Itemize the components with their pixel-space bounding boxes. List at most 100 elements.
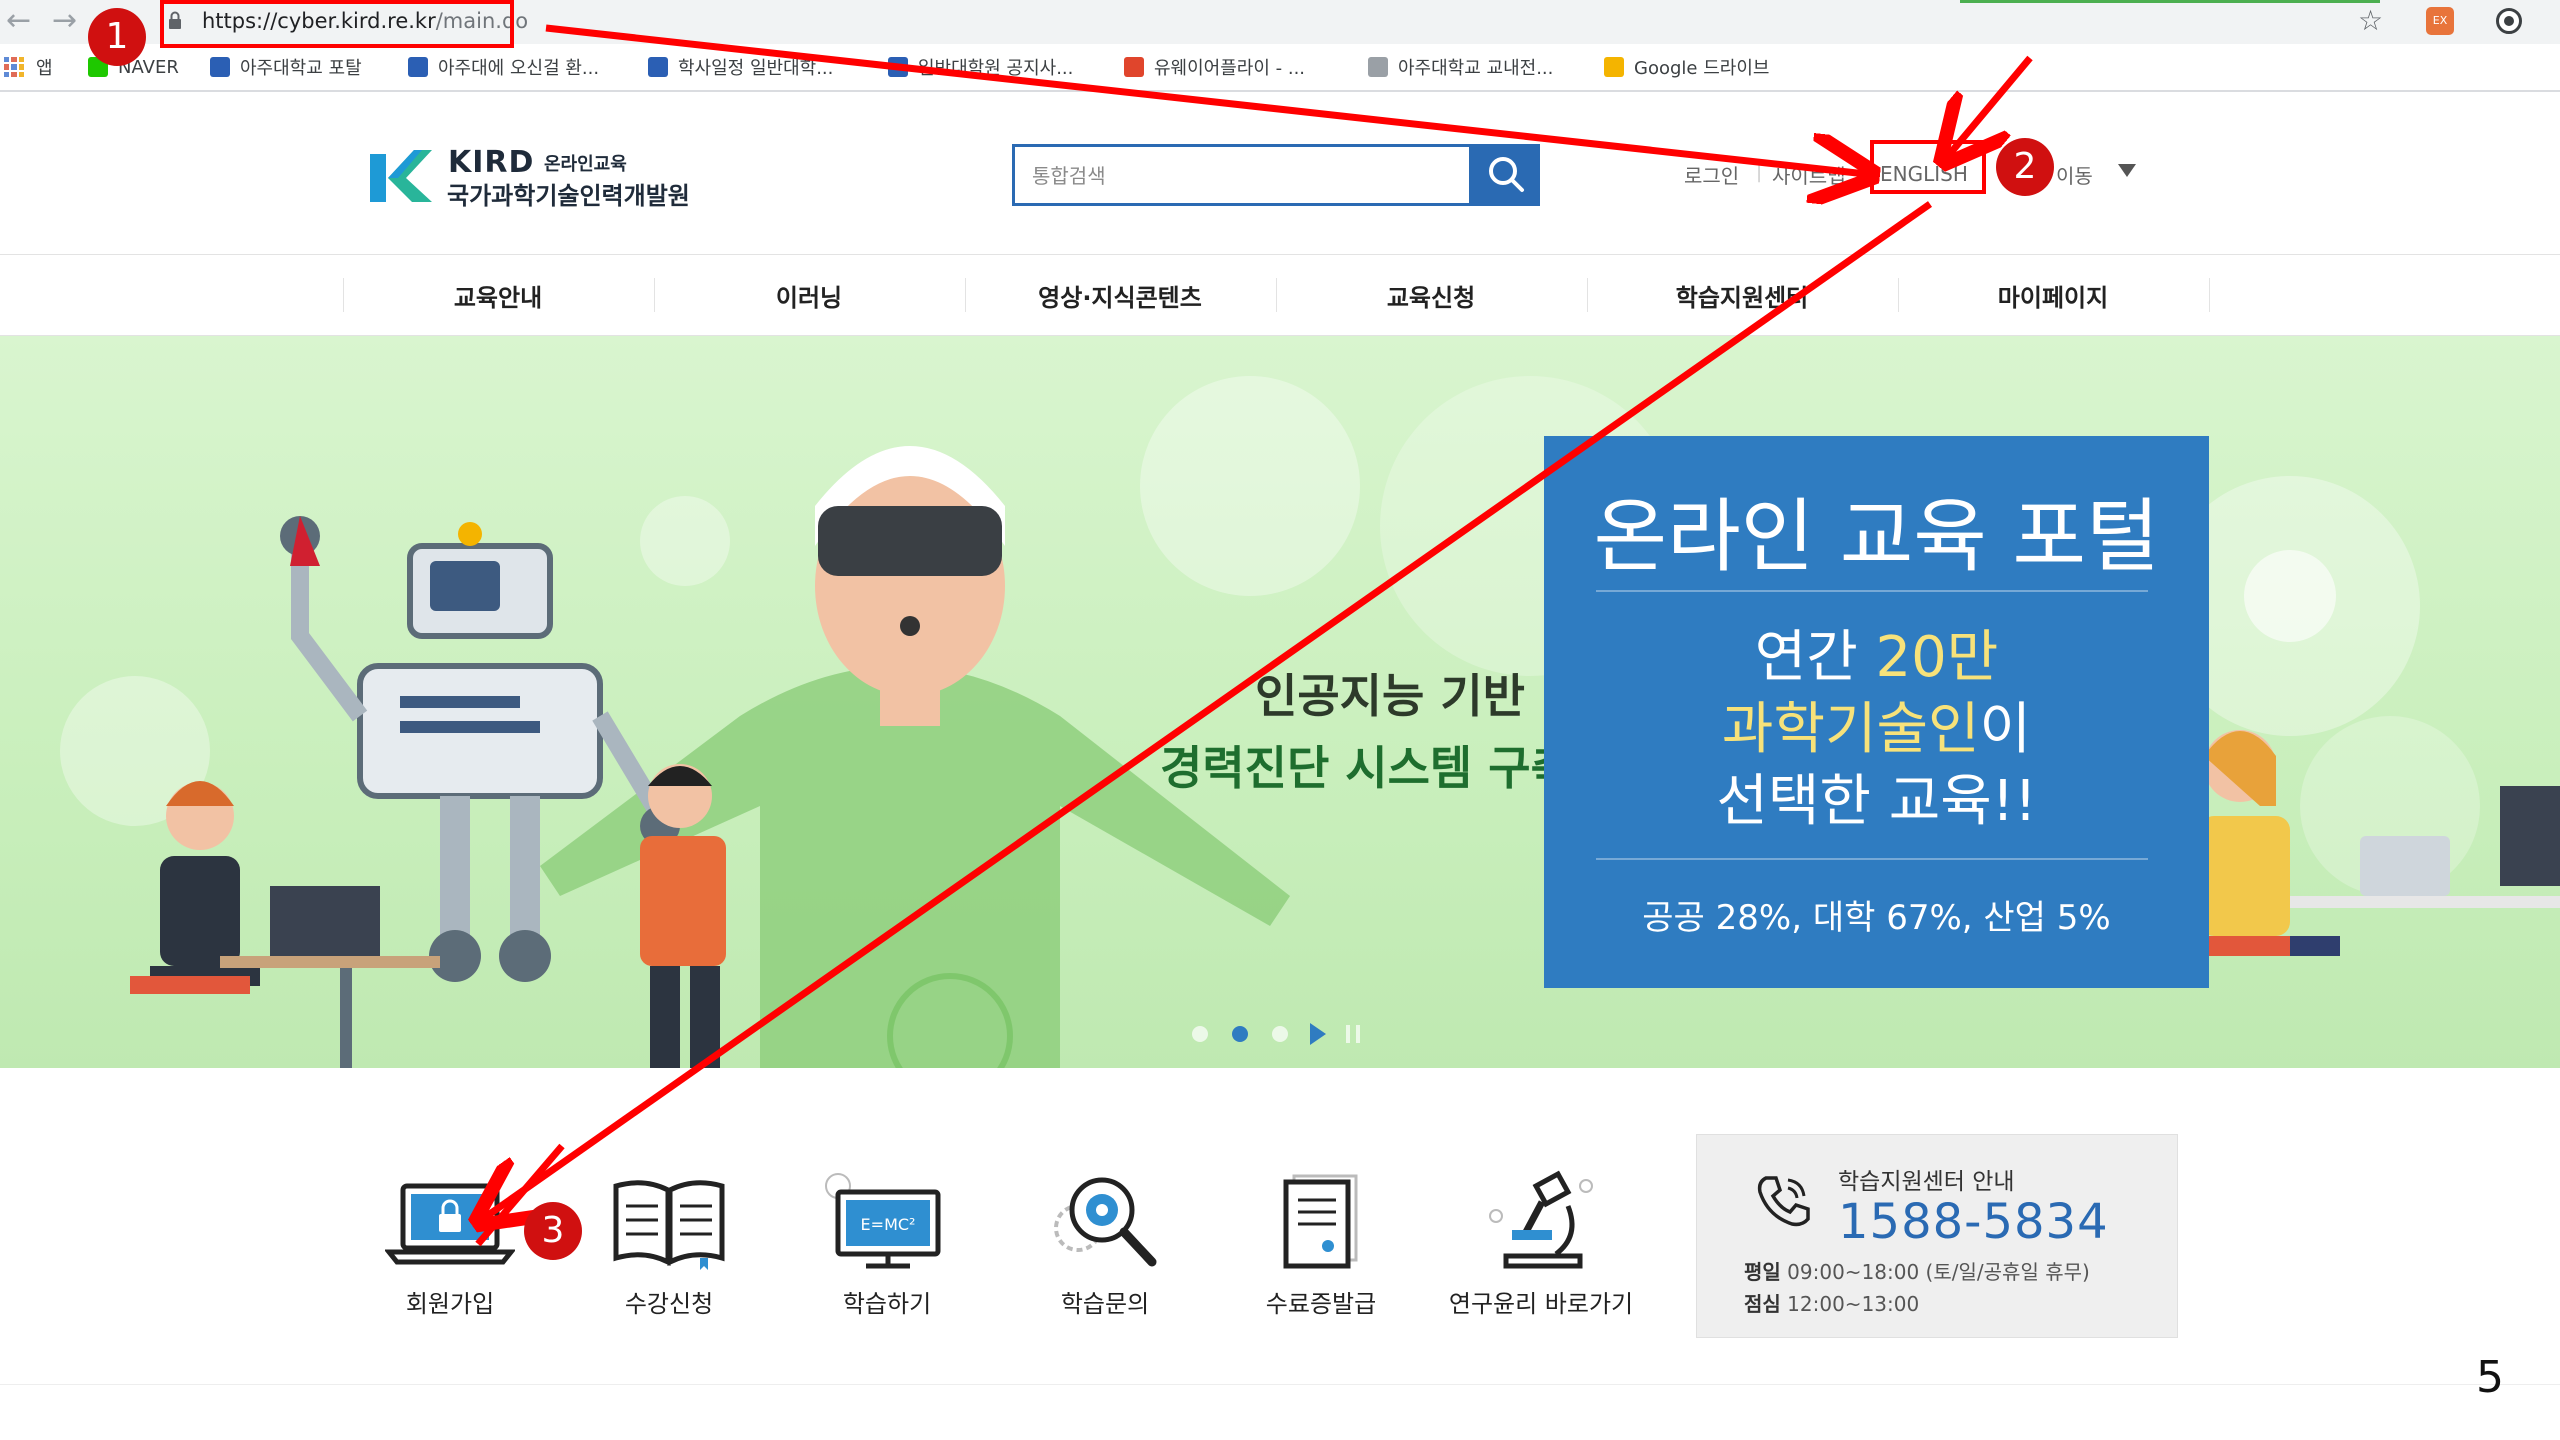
quick-menu-label[interactable]: 학습문의: [995, 1284, 1215, 1319]
lunch-hours: 12:00~13:00: [1780, 1292, 1920, 1316]
quick-menu-label[interactable]: 수강신청: [559, 1284, 779, 1319]
login-link[interactable]: 로그인: [1684, 160, 1739, 189]
forward-arrow-icon[interactable]: →: [52, 2, 77, 40]
sitemap-link[interactable]: 사이트맵: [1772, 160, 1846, 189]
profile-icon[interactable]: [2496, 8, 2522, 34]
back-arrow-icon[interactable]: ←: [6, 2, 31, 40]
promo-divider: [1596, 590, 2148, 592]
promo-line1-text: 연간: [1754, 625, 1876, 690]
bookmark-label: Google 드라이브: [1634, 58, 1770, 79]
nav-item[interactable]: 학습지원센터: [1587, 278, 1897, 313]
bookmark-item[interactable]: 아주대에 오신걸 환...: [408, 50, 599, 84]
footer-divider: [0, 1384, 2560, 1385]
logo-brand[interactable]: KIRD: [448, 145, 534, 180]
bookmark-label: 학사일정 일반대학...: [678, 58, 834, 79]
logo-tagline[interactable]: 온라인교육: [544, 150, 627, 176]
slide-dot[interactable]: [1192, 1026, 1208, 1042]
move-dropdown[interactable]: 이동: [2056, 160, 2093, 189]
promo-line2-text: 이: [1979, 697, 2032, 762]
bookmark-item[interactable]: 앱: [4, 50, 53, 84]
support-weekday-hours: 평일 09:00~18:00 (토/일/공휴일 휴무): [1744, 1256, 2090, 1285]
slide-play-icon[interactable]: [1310, 1023, 1326, 1045]
nav-separator: [2209, 278, 2210, 312]
nav-item[interactable]: 마이페이지: [1898, 278, 2208, 313]
bookmark-star-icon[interactable]: ☆: [2358, 4, 2383, 37]
bookmark-item[interactable]: 아주대학교 포탈: [210, 50, 362, 84]
phone-icon: [1757, 1176, 1810, 1227]
bookmark-label: 앱: [36, 58, 53, 79]
weekday-label: 평일: [1744, 1260, 1781, 1284]
logo-org-name[interactable]: 국가과학기술인력개발원: [447, 176, 690, 211]
slide-dot[interactable]: [1232, 1026, 1248, 1042]
bookmark-item[interactable]: 아주대학교 교내전...: [1368, 50, 1553, 84]
bookmark-label: 유웨이어플라이 - ...: [1154, 58, 1306, 79]
support-lunch-hours: 점심 12:00~13:00: [1744, 1288, 1919, 1317]
bookmark-favicon-icon: [1368, 57, 1388, 77]
bookmark-favicon-icon: [1124, 57, 1144, 77]
bookmark-item[interactable]: 학사일정 일반대학...: [648, 50, 833, 84]
laptop-lock-icon[interactable]: [385, 1166, 515, 1276]
svg-text:E=MC²: E=MC²: [861, 1215, 916, 1234]
promo-line1: 연간 20만: [1544, 612, 2209, 693]
weekday-hours: 09:00~18:00 (토/일/공휴일 휴무): [1780, 1260, 2090, 1284]
nav-separator: [1276, 278, 1277, 312]
support-title: 학습지원센터 안내: [1838, 1169, 2015, 1195]
bookmark-favicon-icon: [648, 57, 668, 77]
bookmark-label: 아주대에 오신걸 환...: [438, 58, 600, 79]
promo-line3: 선택한 교육!!: [1716, 769, 2037, 834]
slide-page-number: 5: [2476, 1352, 2504, 1403]
person-desk-right-illustration: [2180, 730, 2560, 956]
bookmark-favicon-icon: [210, 57, 230, 77]
slide-pause-icon[interactable]: [1346, 1025, 1360, 1043]
microscope-icon[interactable]: [1476, 1166, 1606, 1276]
lunch-label: 점심: [1744, 1292, 1781, 1316]
promo-highlight-count: 20만: [1875, 625, 1999, 690]
formula-screen-icon[interactable]: E=MC²: [822, 1166, 952, 1276]
promo-stats: 공공 28%, 대학 67%, 산업 5%: [1642, 898, 2111, 938]
annotation-badge-2: 2: [1996, 138, 2054, 196]
annotation-badge-1: 1: [88, 8, 146, 66]
extension-icon[interactable]: EX: [2426, 7, 2454, 35]
bookmark-favicon-icon: [888, 57, 908, 77]
nav-separator: [965, 278, 966, 312]
nav-item[interactable]: 교육안내: [343, 278, 653, 313]
promo-highlight-scientists: 과학기술인: [1721, 697, 1980, 762]
nav-separator: [1898, 278, 1899, 312]
banner-caption-line2: 경력진단 시스템 구축: [1160, 741, 1573, 795]
bookmark-label: 아주대학교 포탈: [240, 58, 362, 79]
promo-divider: [1596, 858, 2148, 860]
annotation-badge-3: 3: [524, 1202, 582, 1260]
quick-menu-label[interactable]: 학습하기: [777, 1284, 997, 1319]
slide-dot[interactable]: [1272, 1026, 1288, 1042]
nav-item[interactable]: 영상·지식콘텐츠: [965, 278, 1275, 313]
quick-menu-label[interactable]: 회원가입: [340, 1284, 560, 1319]
kird-logo-icon[interactable]: [370, 148, 432, 202]
bookmark-item[interactable]: Google 드라이브: [1604, 50, 1769, 84]
nav-separator: [1587, 278, 1588, 312]
search-input[interactable]: [1030, 158, 1454, 194]
dropdown-arrow-icon[interactable]: [2118, 164, 2136, 177]
nav-item[interactable]: 교육신청: [1276, 278, 1586, 313]
promo-title: 온라인 교육 포털: [1593, 490, 2160, 583]
nav-separator: [343, 278, 344, 312]
certificate-icon[interactable]: [1256, 1166, 1386, 1276]
bookmark-item[interactable]: 일반대학원 공지사...: [888, 50, 1073, 84]
bookmark-favicon-icon: [1604, 57, 1624, 77]
nav-separator: [654, 278, 655, 312]
quick-menu-label[interactable]: 수료증발급: [1211, 1284, 1431, 1319]
bookmark-label: 아주대학교 교내전...: [1398, 58, 1554, 79]
open-book-icon[interactable]: [604, 1166, 734, 1276]
nav-item[interactable]: 이러닝: [654, 278, 964, 313]
person-desk-left-illustration: [130, 781, 440, 1068]
magnifier-gear-icon[interactable]: [1040, 1166, 1170, 1276]
util-separator: |: [1756, 162, 1763, 183]
apps-grid-icon: [4, 57, 24, 77]
bookmark-label: 일반대학원 공지사...: [918, 58, 1074, 79]
quick-menu-label[interactable]: 연구윤리 바로가기: [1431, 1284, 1651, 1319]
search-button[interactable]: [1472, 144, 1540, 206]
banner-caption-line1: 인공지능 기반: [1255, 669, 1525, 723]
bookmark-item[interactable]: 유웨이어플라이 - ...: [1124, 50, 1305, 84]
annotation-box-url: [160, 0, 514, 48]
support-phone-number[interactable]: 1588-5834: [1838, 1194, 2109, 1250]
promo-line2: 과학기술인이: [1544, 684, 2209, 765]
